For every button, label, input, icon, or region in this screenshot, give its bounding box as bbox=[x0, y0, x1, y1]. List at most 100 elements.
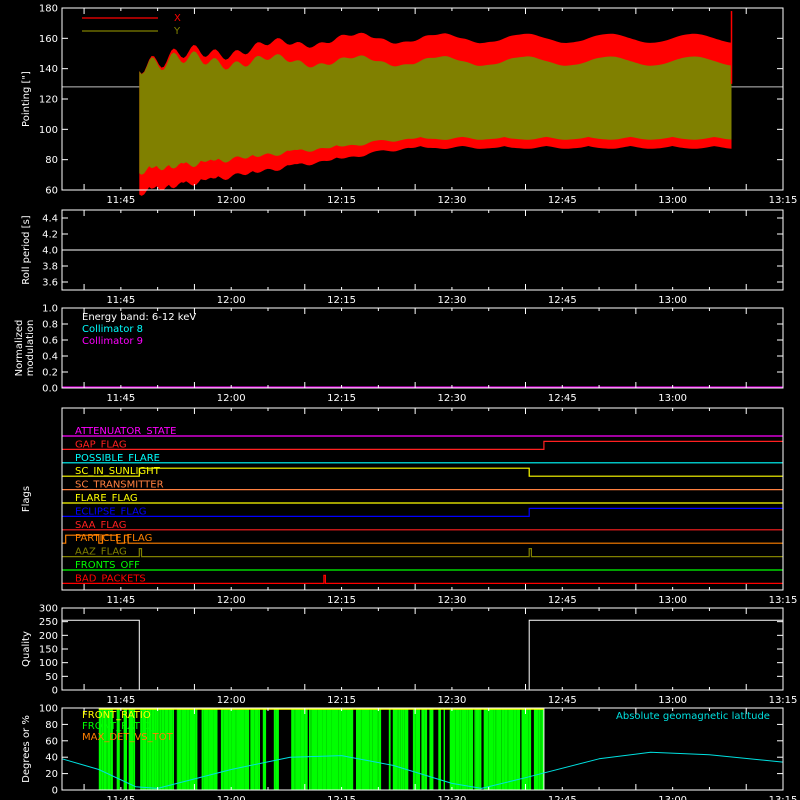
front-ratio-bar bbox=[231, 708, 236, 790]
flag-trace-sc-in-sunlight bbox=[62, 467, 783, 477]
front-ratio-bar bbox=[397, 708, 399, 790]
ratios-ylabel: Degrees or % bbox=[21, 715, 32, 783]
front-ratio-bar bbox=[377, 708, 379, 790]
ratios-ytick-label: 20 bbox=[45, 769, 58, 780]
front-ratio-bar bbox=[468, 708, 474, 790]
front-ratio-bar bbox=[338, 708, 342, 790]
ratios-ytick-label: 60 bbox=[45, 736, 58, 747]
ratios-legend-1: FRONT_RATIO_ bbox=[82, 721, 157, 732]
quality-xtick-label: 12:45 bbox=[548, 695, 577, 706]
modulation-ytick-label: 0.0 bbox=[42, 384, 58, 395]
front-ratio-bar bbox=[424, 708, 428, 790]
front-ratio-bar bbox=[508, 708, 514, 790]
front-ratio-bars bbox=[98, 708, 545, 790]
flag-label-saa-flag: SAA_FLAG bbox=[75, 520, 126, 531]
front-ratio-bar bbox=[516, 708, 521, 790]
front-ratio-bar bbox=[400, 708, 403, 790]
legend-label-y: Y bbox=[173, 26, 181, 37]
modulation-xtick-label: 12:45 bbox=[548, 393, 577, 404]
front-ratio-bar bbox=[474, 708, 476, 790]
flag-label-sc-in-sunlight: SC_IN_SUNLIGHT bbox=[75, 466, 161, 477]
roll-ytick-label: 3.6 bbox=[42, 278, 58, 289]
front-ratio-bar bbox=[488, 708, 494, 790]
front-ratio-bar bbox=[231, 708, 232, 790]
front-ratio-bar bbox=[300, 708, 305, 790]
front-ratio-bar bbox=[404, 708, 409, 790]
front-ratio-bar bbox=[461, 708, 467, 790]
modulation-ytick-label: 0.4 bbox=[42, 352, 58, 363]
front-ratio-bar bbox=[356, 708, 362, 790]
front-ratio-bar bbox=[314, 708, 318, 790]
front-ratio-bar bbox=[326, 708, 332, 790]
front-ratio-bar bbox=[273, 708, 276, 790]
front-ratio-bar bbox=[195, 708, 198, 790]
front-ratio-bar bbox=[361, 708, 365, 790]
quality-ytick-label: 300 bbox=[39, 604, 58, 615]
pointing-ytick-label: 160 bbox=[39, 34, 58, 45]
front-ratio-bar bbox=[507, 708, 509, 790]
front-ratio-bar bbox=[304, 708, 307, 790]
modulation-xtick-label: 11:45 bbox=[106, 393, 135, 404]
ratios-xtick-label: 12:15 bbox=[327, 795, 356, 800]
rhessi-quicklook-chart: 11:45 12:00 12:15 12:30 12:45 13:00 13:15 60 80 1… bbox=[14, 4, 798, 800]
front-ratio-bar bbox=[192, 708, 196, 790]
quality-xtick-label: 12:30 bbox=[438, 695, 467, 706]
roll-xtick-label: 13:00 bbox=[658, 295, 687, 306]
ratios-legend-2: MAX_DET_VS_TOT bbox=[82, 732, 174, 743]
front-ratio-bar bbox=[156, 708, 159, 790]
front-ratio-bar bbox=[159, 708, 162, 790]
flags-ylabel: Flags bbox=[21, 486, 32, 512]
ratios-xtick-label: 13:15 bbox=[769, 795, 798, 800]
front-ratio-bar bbox=[239, 708, 243, 790]
pointing-ytick-label: 140 bbox=[39, 64, 58, 75]
roll-xtick-label: 12:15 bbox=[327, 295, 356, 306]
front-ratio-bar bbox=[392, 708, 398, 790]
pointing-ytick-label: 120 bbox=[39, 95, 58, 106]
flag-trace-bad-packets bbox=[62, 574, 783, 585]
modulation-ylabel: Normalized bbox=[14, 320, 25, 377]
ratios-legend-0: FRONT_RATIO bbox=[82, 710, 151, 721]
modulation-xtick-label: 12:15 bbox=[327, 393, 356, 404]
pointing-xtick-label: 12:00 bbox=[217, 195, 246, 206]
pointing-ytick-label: 80 bbox=[45, 155, 58, 166]
pointing-xtick-label: 13:00 bbox=[658, 195, 687, 206]
front-ratio-bar bbox=[168, 708, 173, 790]
pointing-xtick-label: 12:30 bbox=[438, 195, 467, 206]
front-ratio-bar bbox=[254, 708, 259, 790]
front-ratio-bar bbox=[540, 708, 542, 790]
ratios-ytick-label: 80 bbox=[45, 720, 58, 731]
front-ratio-bar bbox=[443, 708, 445, 790]
front-ratio-bar bbox=[277, 708, 279, 790]
quality-xtick-label: 11:45 bbox=[106, 695, 135, 706]
geomag-legend: Absolute geomagnetic latitude bbox=[616, 711, 770, 722]
quality-line bbox=[62, 619, 783, 691]
ratios-xtick-label: 12:00 bbox=[217, 795, 246, 800]
roll-ytick-label: 4.0 bbox=[42, 246, 58, 257]
front-ratio-bar bbox=[243, 708, 245, 790]
front-ratio-bar bbox=[228, 708, 231, 790]
front-ratio-bar bbox=[306, 708, 308, 790]
legend-label-x: X bbox=[174, 13, 181, 24]
roll-xtick-label: 12:00 bbox=[217, 295, 246, 306]
front-ratio-bar bbox=[388, 708, 391, 790]
pointing-ytick-label: 60 bbox=[45, 186, 58, 197]
modulation-xtick-label: 12:00 bbox=[217, 393, 246, 404]
flag-trace-gap-flag bbox=[62, 440, 783, 450]
front-ratio-bar bbox=[504, 708, 508, 790]
front-ratio-bar bbox=[493, 708, 496, 790]
quality-ylabel: Quality bbox=[21, 631, 32, 667]
front-ratio-bar bbox=[334, 708, 339, 790]
front-ratio-bar bbox=[220, 708, 224, 790]
front-ratio-bar bbox=[459, 708, 462, 790]
front-ratio-bar bbox=[161, 708, 165, 790]
quality-ytick-label: 200 bbox=[39, 631, 58, 642]
front-ratio-bar bbox=[513, 708, 517, 790]
front-ratio-bar bbox=[172, 708, 174, 790]
front-ratio-bar bbox=[496, 708, 502, 790]
front-ratio-bar bbox=[372, 708, 378, 790]
flag-trace-aaz-flag bbox=[62, 547, 783, 558]
front-ratio-bar bbox=[495, 708, 497, 790]
series-y-band bbox=[139, 51, 732, 175]
front-ratio-bar bbox=[322, 708, 327, 790]
pointing-xtick-label: 13:15 bbox=[769, 195, 798, 206]
